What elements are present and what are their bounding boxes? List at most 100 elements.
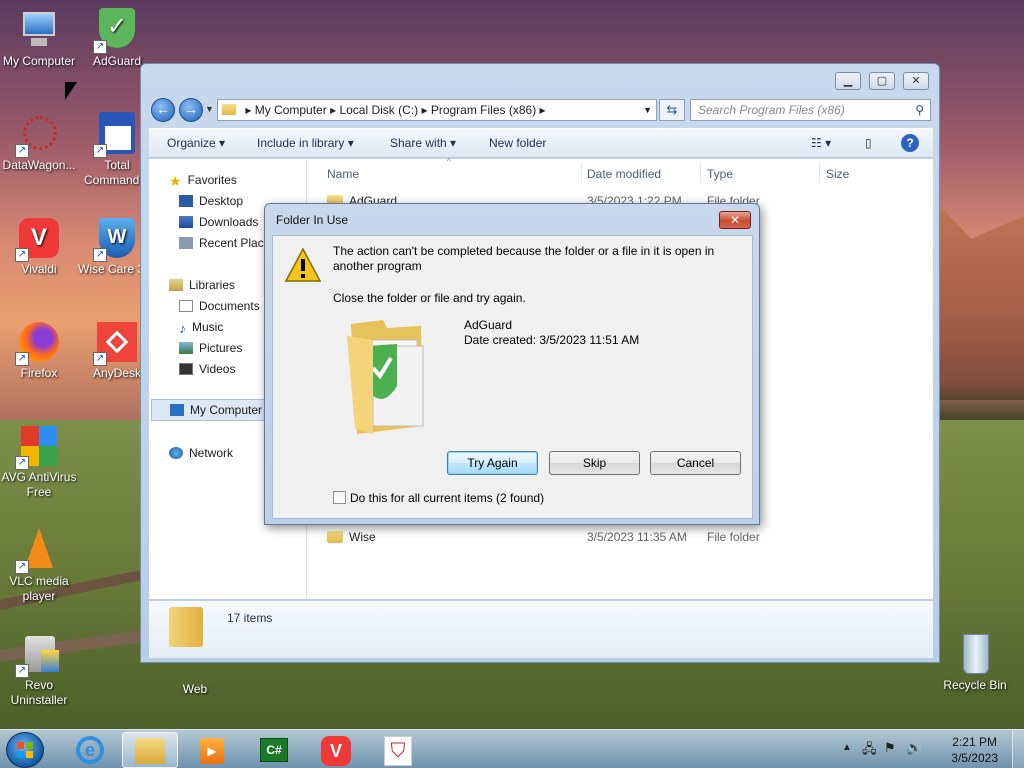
breadcrumb-sep-icon: ▸ bbox=[245, 103, 255, 117]
share-with-button[interactable]: Share with ▾ bbox=[390, 136, 456, 150]
breadcrumb-program-files[interactable]: Program Files (x86) bbox=[431, 103, 536, 117]
column-name[interactable]: Name bbox=[327, 167, 359, 181]
internet-explorer-icon: e bbox=[76, 736, 104, 764]
show-hidden-icons-icon[interactable]: ▲ bbox=[842, 742, 852, 753]
taskbar-csharp[interactable]: C# bbox=[246, 732, 302, 768]
search-icon: ⚲ bbox=[915, 103, 924, 117]
folder-in-use-dialog[interactable]: Folder In Use ✕ The action can't be comp… bbox=[264, 203, 760, 525]
dialog-message: The action can't be completed because th… bbox=[333, 244, 715, 273]
folder-icon bbox=[327, 531, 343, 543]
breadcrumb-sep-icon: ▸ bbox=[539, 103, 546, 117]
taskbar-vivaldi[interactable]: V bbox=[308, 732, 364, 768]
file-info: AdGuard Date created: 3/5/2023 11:51 AM bbox=[464, 318, 639, 348]
desktop-icon-web[interactable]: Web bbox=[156, 660, 234, 697]
nav-downloads[interactable]: Downloads bbox=[179, 215, 258, 229]
vivaldi-icon: V ↗ bbox=[15, 216, 61, 262]
action-center-icon[interactable]: ⚑ bbox=[884, 740, 896, 756]
item-count: 17 items bbox=[227, 611, 273, 625]
desktop-icon-firefox[interactable]: ↗ Firefox bbox=[0, 320, 78, 381]
nav-videos[interactable]: Videos bbox=[179, 362, 235, 376]
music-icon: ♪ bbox=[179, 320, 186, 336]
column-type[interactable]: Type bbox=[707, 167, 733, 181]
address-field[interactable]: ▸ My Computer ▸ Local Disk (C:) ▸ Progra… bbox=[217, 99, 657, 121]
system-tray: ▲ 🖧 ⚑ 🔊 2:21 PM 3/5/2023 bbox=[834, 730, 1024, 768]
nav-libraries[interactable]: Libraries bbox=[169, 278, 235, 292]
column-date-modified[interactable]: Date modified bbox=[587, 167, 661, 181]
checkbox-box[interactable] bbox=[333, 491, 346, 504]
command-bar: Organize ▾ Include in library ▾ Share wi… bbox=[149, 128, 933, 158]
refresh-icon[interactable]: ⇆ bbox=[659, 99, 685, 121]
desktop-icon-recycle-bin[interactable]: Recycle Bin bbox=[936, 632, 1014, 693]
vlc-icon: ↗ bbox=[15, 528, 61, 574]
close-button[interactable]: ✕ bbox=[903, 72, 929, 90]
nav-pictures[interactable]: Pictures bbox=[179, 341, 242, 355]
apply-to-all-checkbox[interactable]: Do this for all current items (2 found) bbox=[333, 491, 544, 505]
address-dropdown-icon[interactable]: ▼ bbox=[643, 100, 652, 120]
avg-icon: ↗ bbox=[15, 424, 61, 470]
view-options-icon[interactable]: ☷ ▾ bbox=[811, 136, 831, 150]
pictures-icon bbox=[179, 342, 193, 354]
taskbar-media-player[interactable]: ▶ bbox=[184, 732, 240, 768]
adguard-icon: ⛉ bbox=[384, 736, 412, 766]
recent-places-icon bbox=[179, 237, 193, 249]
nav-music[interactable]: ♪ Music bbox=[179, 320, 223, 336]
nav-favorites[interactable]: ★ Favorites bbox=[169, 173, 237, 189]
desktop-icon-avg[interactable]: ↗ AVG AntiVirus Free bbox=[0, 424, 78, 500]
search-input[interactable]: Search Program Files (x86) ⚲ bbox=[690, 99, 931, 121]
computer-icon bbox=[170, 404, 184, 416]
taskbar-internet-explorer[interactable]: e bbox=[62, 732, 118, 768]
taskbar-adguard[interactable]: ⛉ bbox=[370, 732, 426, 768]
videos-icon bbox=[179, 363, 193, 375]
new-folder-button[interactable]: New folder bbox=[489, 136, 546, 150]
cancel-button[interactable]: Cancel bbox=[650, 451, 741, 475]
vivaldi-icon: V bbox=[321, 736, 351, 766]
maximize-button[interactable]: ▢ bbox=[869, 72, 895, 90]
desktop-icon-revo[interactable]: ↗ Revo Uninstaller bbox=[0, 632, 78, 708]
nav-network[interactable]: Network bbox=[169, 446, 233, 460]
windows-explorer-icon bbox=[135, 738, 165, 764]
table-row[interactable]: Wise 3/5/2023 11:35 AM File folder bbox=[321, 528, 931, 546]
desktop-icon-my-computer[interactable]: My Computer bbox=[0, 8, 78, 69]
start-button[interactable] bbox=[6, 732, 44, 768]
datawagon-icon: ↗ bbox=[15, 112, 61, 158]
details-pane: 17 items bbox=[149, 600, 933, 658]
file-created: Date created: 3/5/2023 11:51 AM bbox=[464, 333, 640, 347]
dialog-close-button[interactable]: ✕ bbox=[719, 211, 751, 229]
breadcrumb-my-computer[interactable]: My Computer bbox=[255, 103, 327, 117]
column-size[interactable]: Size bbox=[826, 167, 849, 181]
total-commander-icon: ↗ bbox=[93, 112, 139, 158]
firefox-icon: ↗ bbox=[15, 320, 61, 366]
nav-recent-places[interactable]: Recent Places bbox=[179, 236, 276, 250]
clock[interactable]: 2:21 PM 3/5/2023 bbox=[951, 734, 998, 766]
forward-button[interactable]: → bbox=[179, 98, 203, 122]
mouse-cursor bbox=[65, 82, 77, 100]
documents-icon bbox=[179, 300, 193, 312]
desktop-icon-vivaldi[interactable]: V ↗ Vivaldi bbox=[0, 216, 78, 277]
desktop-icon-vlc[interactable]: ↗ VLC media player bbox=[0, 528, 78, 604]
network-tray-icon[interactable]: 🖧 bbox=[862, 740, 877, 762]
adguard-folder-icon bbox=[347, 320, 424, 434]
revo-icon: ↗ bbox=[15, 632, 61, 678]
volume-icon[interactable]: 🔊 bbox=[906, 740, 922, 756]
breadcrumb-local-disk[interactable]: Local Disk (C:) bbox=[339, 103, 418, 117]
clock-date: 3/5/2023 bbox=[951, 751, 998, 765]
preview-pane-icon[interactable]: ▯ bbox=[865, 136, 872, 150]
nav-desktop[interactable]: Desktop bbox=[179, 194, 243, 208]
back-button[interactable]: ← bbox=[151, 98, 175, 122]
help-icon[interactable]: ? bbox=[901, 134, 919, 152]
desktop-icon-adguard[interactable]: ✓ ↗ AdGuard bbox=[78, 8, 156, 69]
clock-time: 2:21 PM bbox=[952, 735, 997, 749]
skip-button[interactable]: Skip bbox=[549, 451, 640, 475]
desktop-icon-datawagon[interactable]: ↗ DataWagon... bbox=[0, 112, 78, 173]
include-in-library-button[interactable]: Include in library ▾ bbox=[257, 136, 354, 150]
nav-documents[interactable]: Documents bbox=[179, 299, 260, 313]
adguard-icon: ✓ ↗ bbox=[93, 8, 139, 54]
show-desktop-button[interactable] bbox=[1012, 730, 1024, 768]
minimize-button[interactable]: ▁ bbox=[835, 72, 861, 90]
taskbar-windows-explorer[interactable] bbox=[122, 732, 178, 768]
recent-pages-icon[interactable]: ▼ bbox=[205, 104, 214, 114]
media-player-icon: ▶ bbox=[200, 738, 224, 764]
organize-button[interactable]: Organize ▾ bbox=[167, 136, 225, 150]
dialog-instruction: Close the folder or file and try again. bbox=[333, 291, 526, 305]
try-again-button[interactable]: Try Again bbox=[447, 451, 538, 475]
